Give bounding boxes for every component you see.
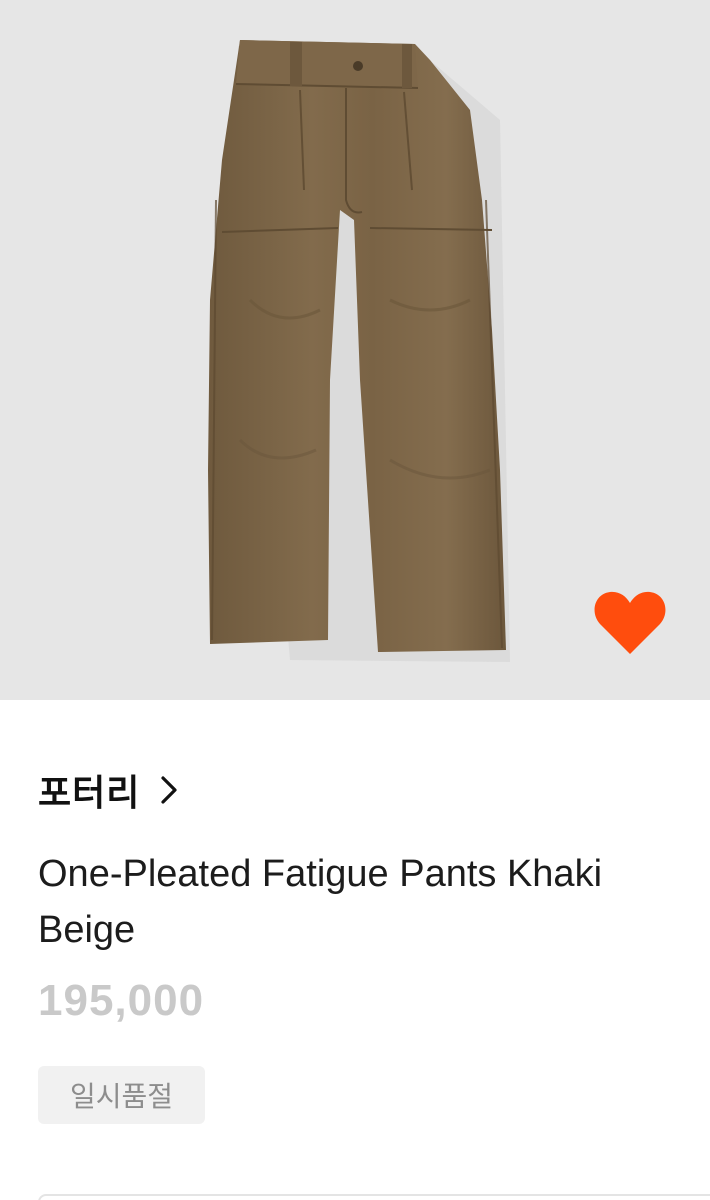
chevron-right-icon — [161, 776, 177, 804]
heart-icon — [594, 591, 666, 654]
product-price: 195,000 — [38, 976, 205, 1025]
product-detail-screen: 포터리 One-Pleated Fatigue Pants Khaki Beig… — [0, 0, 710, 1200]
brand-name: 포터리 — [38, 773, 141, 814]
wishlist-button[interactable] — [592, 586, 668, 658]
product-image[interactable] — [0, 0, 710, 700]
section-divider — [38, 1194, 710, 1200]
brand-link[interactable]: 포터리 — [38, 764, 178, 816]
status-badge: 일시품절 — [38, 1066, 205, 1124]
product-name: One-Pleated Fatigue Pants Khaki Beige — [38, 853, 603, 951]
